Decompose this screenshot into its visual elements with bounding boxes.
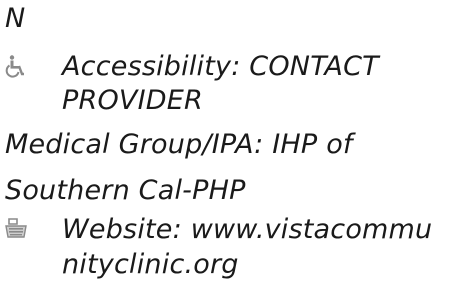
keyboard-icon [5, 218, 27, 238]
fragment-text: N [5, 3, 26, 34]
accessibility-label-continued: PROVIDER [62, 85, 203, 116]
medical-group-label-continued: Southern Cal-PHP [5, 175, 246, 206]
medical-group-label: Medical Group/IPA: IHP of [5, 129, 353, 160]
website-link[interactable]: Website: www.vistacommu [62, 213, 432, 246]
accessibility-label: Accessibility: CONTACT [62, 51, 379, 82]
website-link-continued[interactable]: nityclinic.org [62, 248, 239, 281]
wheelchair-icon [5, 55, 24, 78]
